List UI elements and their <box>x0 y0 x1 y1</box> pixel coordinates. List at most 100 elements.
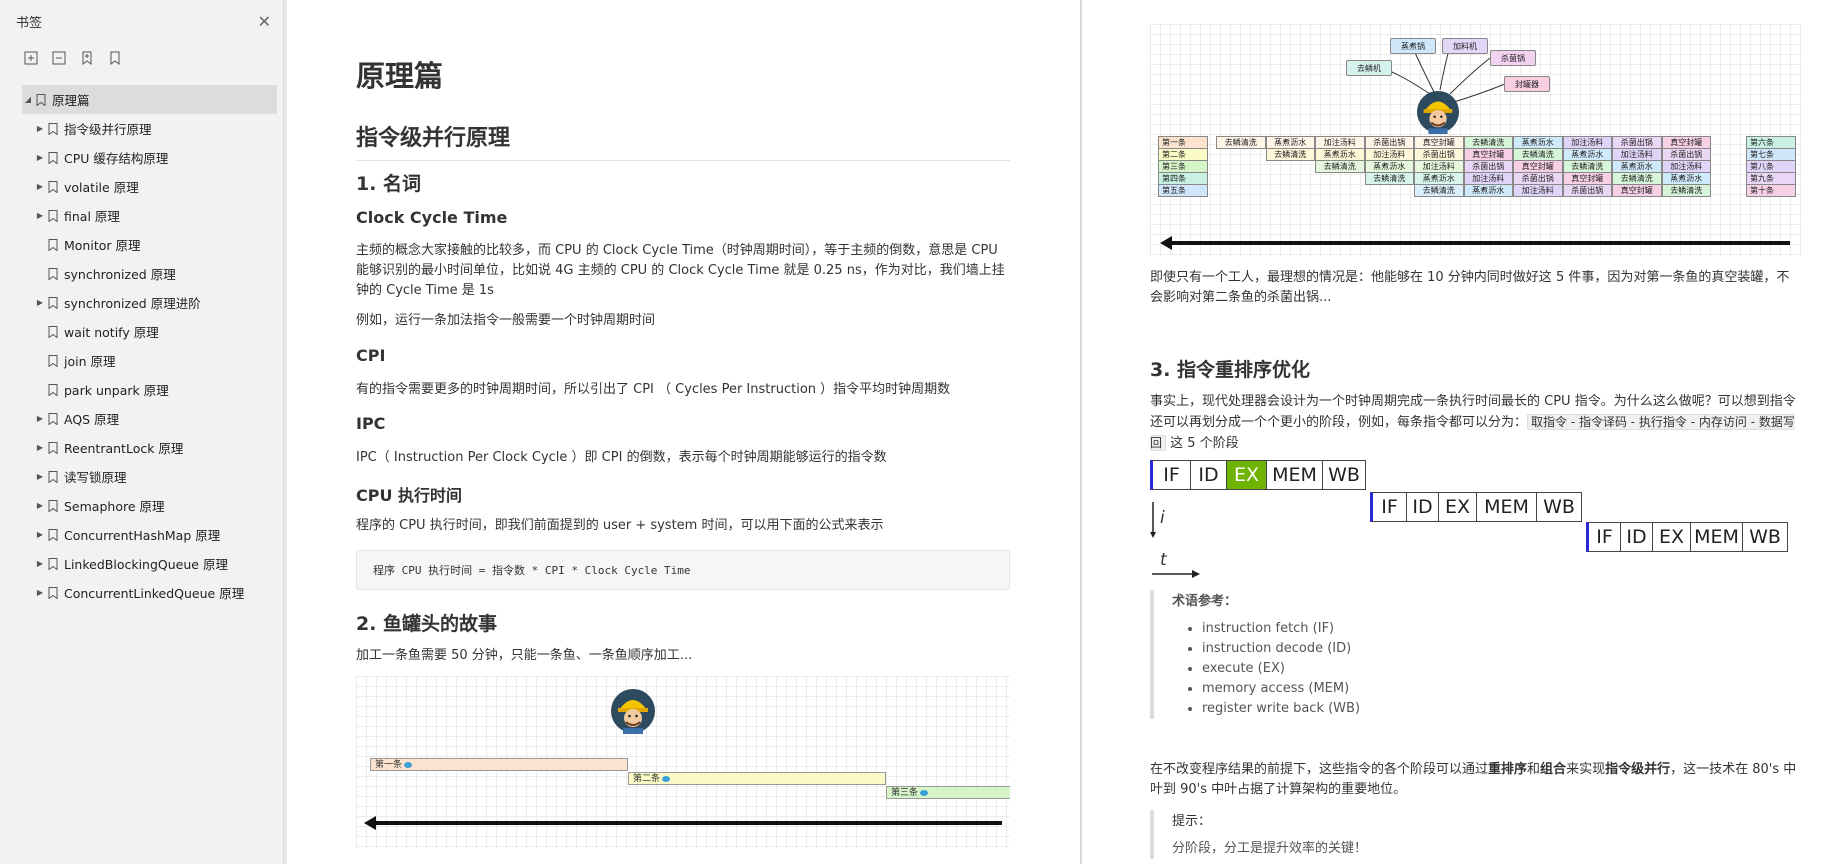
sidebar-item[interactable]: synchronized 原理 <box>0 259 283 288</box>
sidebar-item[interactable]: join 原理 <box>0 346 283 375</box>
bookmark-icon <box>46 267 60 281</box>
sidebar-item[interactable]: ▶ synchronized 原理进阶 <box>0 288 283 317</box>
sidebar-item[interactable]: ▶ ReentrantLock 原理 <box>0 433 283 462</box>
paragraph-reordering: 在不改变程序结果的前提下，这些指令的各个阶段可以通过重排序和组合来实现指令级并行… <box>1150 762 1797 797</box>
close-icon[interactable]: ✕ <box>258 12 271 31</box>
page-title: 原理篇 <box>356 59 444 93</box>
heading-terms: 1. 名词 <box>356 173 422 195</box>
bookmark-icon[interactable] <box>108 51 122 65</box>
caret-right-icon[interactable]: ▶ <box>34 472 46 481</box>
tool-sealer: 封罐器 <box>1504 76 1550 92</box>
sidebar-title: 书签 <box>16 15 43 31</box>
bookmark-tree: ◢ 原理篇 ▶ 指令级并行原理 ▶ CPU 缓存结构原理 ▶ volatile 原理 ▶ fina… <box>0 85 283 607</box>
sidebar-item[interactable]: Monitor 原理 <box>0 230 283 259</box>
pipeline-step-cell: 蒸煮沥水 <box>1463 184 1513 197</box>
sequential-diagram: 第一条 第二条 第三条 <box>356 676 1010 848</box>
bookmark-icon <box>46 151 60 165</box>
bookmark-icon <box>46 557 60 571</box>
sidebar-item[interactable]: ▶ final 原理 <box>0 201 283 230</box>
sidebar-item[interactable]: park unpark 原理 <box>0 375 283 404</box>
heading-fish-story: 2. 鱼罐头的故事 <box>356 613 498 635</box>
axis-t-label: t <box>1160 550 1167 570</box>
pipeline-row-1: IF ID EX MEM WB <box>1150 460 1366 490</box>
bookmark-icon <box>46 383 60 397</box>
term-item: instruction fetch (IF) <box>1202 619 1802 639</box>
sidebar-item[interactable]: ▶ LinkedBlockingQueue 原理 <box>0 549 283 578</box>
heading-cpi: CPI <box>356 346 386 365</box>
caret-down-icon[interactable]: ◢ <box>22 95 34 104</box>
worker-avatar-icon <box>610 688 656 738</box>
sidebar-item-label: 指令级并行原理 <box>64 122 152 137</box>
sidebar-item-label: Semaphore 原理 <box>64 499 165 514</box>
term-item: instruction decode (ID) <box>1202 639 1802 659</box>
sidebar-item-label: final 原理 <box>64 209 120 224</box>
sidebar-item[interactable]: ▶ AQS 原理 <box>0 404 283 433</box>
fish-bar-3: 第三条 <box>886 786 1010 799</box>
axis-i-label: i <box>1160 508 1165 528</box>
sidebar-item[interactable]: ▶ 读写锁原理 <box>0 462 283 491</box>
fish-bar-1: 第一条 <box>370 758 628 771</box>
sidebar-item[interactable]: ▶ CPU 缓存结构原理 <box>0 143 283 172</box>
fish-row-label-right: 第十条 <box>1746 184 1796 197</box>
caret-right-icon[interactable]: ▶ <box>34 414 46 423</box>
bookmark-icon <box>46 325 60 339</box>
code-block-formula: 程序 CPU 执行时间 = 指令数 * CPI * Clock Cycle Ti… <box>356 550 1010 590</box>
paragraph-cpu-time: 程序的 CPU 执行时间，即我们前面提到的 user + system 时间，可… <box>356 518 884 533</box>
bookmark-icon <box>46 296 60 310</box>
term-item: register write back (WB) <box>1202 699 1802 719</box>
sidebar-item-label: 原理篇 <box>52 93 90 108</box>
sidebar-item-label: park unpark 原理 <box>64 383 169 398</box>
bookmark-icon <box>46 180 60 194</box>
pipeline-row-3: IF ID EX MEM WB <box>1586 522 1788 552</box>
caret-right-icon[interactable]: ▶ <box>34 559 46 568</box>
paragraph-stages: 事实上，现代处理器会设计为一个时钟周期完成一条执行时间最长的 CPU 指令。为什… <box>1150 394 1796 451</box>
sidebar-header: 书签 ✕ <box>0 0 283 42</box>
sidebar-item-label: synchronized 原理 <box>64 267 176 282</box>
time-arrow-2 <box>1160 236 1790 250</box>
sidebar-item[interactable]: wait notify 原理 <box>0 317 283 346</box>
caret-right-icon[interactable]: ▶ <box>34 153 46 162</box>
caret-right-icon[interactable]: ▶ <box>34 182 46 191</box>
pipeline-step-cell: 去鳞清洗 <box>1216 136 1266 149</box>
bookmark-icon <box>46 470 60 484</box>
caret-right-icon[interactable]: ▶ <box>34 501 46 510</box>
caret-right-icon[interactable]: ▶ <box>34 298 46 307</box>
pipeline-step-cell: 真空封罐 <box>1612 184 1662 197</box>
sidebar-item[interactable]: ▶ ConcurrentLinkedQueue 原理 <box>0 578 283 607</box>
heading-ipc: IPC <box>356 414 386 433</box>
pipeline-step-cell: 去鳞清洗 <box>1661 184 1711 197</box>
sidebar-item[interactable]: ▶ volatile 原理 <box>0 172 283 201</box>
terms-blockquote: 术语参考： instruction fetch (IF) instruction… <box>1150 590 1802 719</box>
caret-right-icon[interactable]: ▶ <box>34 530 46 539</box>
sidebar-item[interactable]: ▶ 指令级并行原理 <box>0 114 283 143</box>
pipeline-step-cell: 去鳞清洗 <box>1414 184 1464 197</box>
caret-right-icon[interactable]: ▶ <box>34 588 46 597</box>
sidebar-item-label: LinkedBlockingQueue 原理 <box>64 557 228 572</box>
sidebar-item[interactable]: ▶ ConcurrentHashMap 原理 <box>0 520 283 549</box>
fish-row-label: 第五条 <box>1158 184 1208 197</box>
axis-t-arrow <box>1152 570 1200 578</box>
bookmark-icon <box>46 412 60 426</box>
instruction-pipeline-diagram: IF ID EX MEM WB IF ID EX MEM WB IF ID EX… <box>1150 460 1802 580</box>
expand-all-icon[interactable] <box>24 51 38 65</box>
add-bookmark-icon[interactable] <box>80 51 94 65</box>
sidebar-item[interactable]: ◢ 原理篇 <box>22 85 277 114</box>
paragraph-add-instruction: 例如，运行一条加法指令一般需要一个时钟周期时间 <box>356 313 656 328</box>
caret-right-icon[interactable]: ▶ <box>34 124 46 133</box>
bookmark-icon <box>46 122 60 136</box>
caret-right-icon[interactable]: ▶ <box>34 443 46 452</box>
sidebar-item-label: ReentrantLock 原理 <box>64 441 184 456</box>
document-page-left: 原理篇 指令级并行原理 1. 名词 Clock Cycle Time 主频的概念… <box>287 0 1080 864</box>
bookmark-icon <box>46 238 60 252</box>
collapse-all-icon[interactable] <box>52 51 66 65</box>
sidebar-item-label: CPU 缓存结构原理 <box>64 151 169 166</box>
tip-blockquote: 提示： 分阶段，分工是提升效率的关键！ <box>1150 810 1802 859</box>
sidebar-item-label: ConcurrentLinkedQueue 原理 <box>64 586 245 601</box>
caret-right-icon[interactable]: ▶ <box>34 211 46 220</box>
paragraph-fish-story: 加工一条鱼需要 50 分钟，只能一条鱼、一条鱼顺序加工... <box>356 648 693 663</box>
bookmarks-sidebar: 书签 ✕ ◢ 原理篇 ▶ 指令级并行原理 ▶ CPU 缓存结构原理 ▶ volatile 原理… <box>0 0 284 864</box>
sidebar-item-label: AQS 原理 <box>64 412 120 427</box>
sidebar-item-label: ConcurrentHashMap 原理 <box>64 528 221 543</box>
sidebar-item[interactable]: ▶ Semaphore 原理 <box>0 491 283 520</box>
term-item: memory access (MEM) <box>1202 679 1802 699</box>
